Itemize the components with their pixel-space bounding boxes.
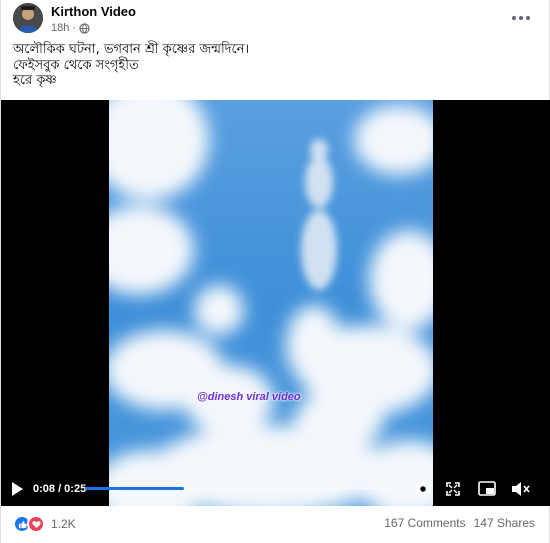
fullscreen-button[interactable] xyxy=(442,478,464,500)
sky-clouds-image xyxy=(109,100,433,506)
video-controls: 0:08 / 0:25 xyxy=(1,472,550,506)
author-name[interactable]: Kirthon Video xyxy=(51,4,136,19)
video-progress-fill xyxy=(85,487,184,490)
video-frame[interactable]: @dinesh viral video xyxy=(109,100,433,506)
caption-line: অলৌকিক ঘটনা, ভগবান শ্রী কৃষ্ণের জন্মদিনে… xyxy=(13,42,250,57)
video-time: 0:08 / 0:25 xyxy=(33,483,87,495)
love-icon xyxy=(27,515,45,533)
video-player[interactable]: @dinesh viral video 0:08 / 0:25 xyxy=(1,100,550,506)
post-footer: 1.2K 167 Comments 147 Shares xyxy=(1,506,550,543)
volume-muted-icon xyxy=(512,482,530,496)
post-time[interactable]: 18h xyxy=(51,22,69,34)
volume-button[interactable] xyxy=(510,478,532,500)
post-card: Kirthon Video 18h · অলৌকিক ঘটনা, ভগবান শ… xyxy=(0,0,550,543)
play-icon[interactable] xyxy=(10,481,24,497)
settings-button[interactable] xyxy=(412,478,434,500)
post-meta: 18h · xyxy=(51,22,90,34)
more-icon-dot xyxy=(512,16,516,20)
reaction-count[interactable]: 1.2K xyxy=(51,517,76,531)
fullscreen-icon xyxy=(446,482,460,496)
video-watermark: @dinesh viral video xyxy=(197,391,301,403)
reactions-summary[interactable]: 1.2K xyxy=(13,515,76,533)
shares-count[interactable]: 147 Shares xyxy=(474,516,535,530)
more-options-button[interactable] xyxy=(509,8,533,28)
avatar[interactable] xyxy=(13,3,43,33)
caption-line: ফেইসবুক থেকে সংগৃহীত xyxy=(13,57,139,73)
picture-in-picture-icon xyxy=(478,481,496,496)
more-icon-dot xyxy=(526,16,530,20)
avatar-image xyxy=(13,3,43,33)
comments-count[interactable]: 167 Comments xyxy=(384,516,465,530)
more-icon-dot xyxy=(519,16,523,20)
settings-icon xyxy=(415,481,431,497)
video-progress-bar[interactable] xyxy=(85,487,393,490)
globe-icon xyxy=(79,22,90,34)
post-caption: অলৌকিক ঘটনা, ভগবান শ্রী কৃষ্ণের জন্মদিনে… xyxy=(13,42,249,89)
caption-line[interactable]: হরে কৃষ্ণ xyxy=(13,73,249,89)
picture-in-picture-button[interactable] xyxy=(476,478,498,500)
engagement-stats: 167 Comments 147 Shares xyxy=(384,516,535,530)
